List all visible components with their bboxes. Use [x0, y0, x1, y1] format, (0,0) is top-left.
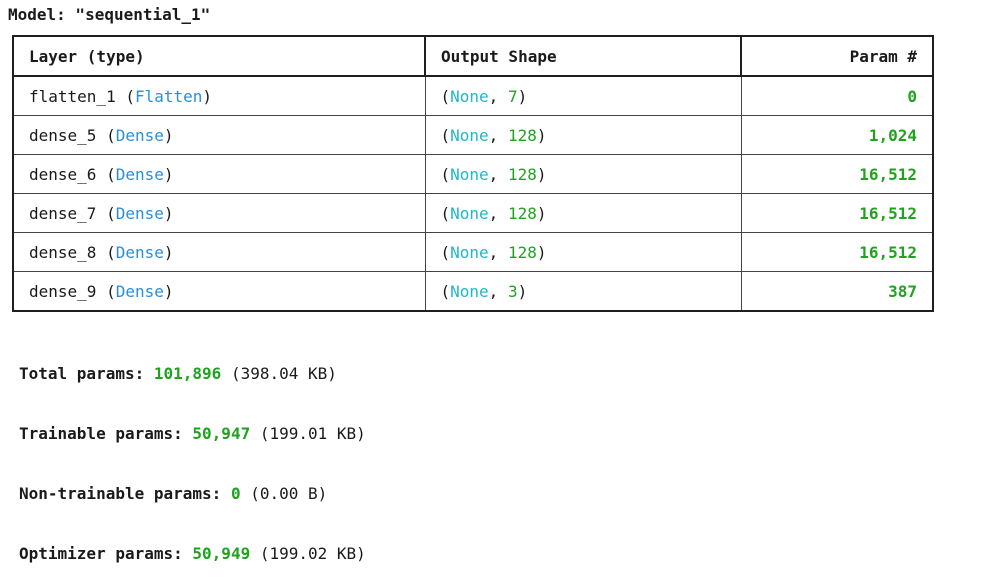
model-title: Model: "sequential_1" — [8, 5, 211, 24]
total-params-value: 101,896 — [153, 364, 222, 383]
output-shape-cell: (None, 128) — [424, 193, 742, 233]
param-count-cell: 1,024 — [740, 115, 934, 155]
output-shape-cell: (None, 128) — [424, 154, 742, 194]
layer-cell: dense_9 (Dense) — [12, 271, 426, 312]
table-row: dense_6 (Dense) (None, 128) 16,512 — [12, 154, 934, 194]
param-count-cell: 16,512 — [740, 193, 934, 233]
layer-cell: dense_5 (Dense) — [12, 115, 426, 155]
trainable-params-line: Trainable params: 50,947 (199.01 KB) — [19, 424, 366, 444]
layer-name: dense_8 — [29, 242, 97, 262]
shape-none: None — [450, 164, 489, 184]
layer-class: Dense — [115, 125, 164, 145]
shape-dim: 3 — [507, 281, 518, 301]
layer-cell: dense_6 (Dense) — [12, 154, 426, 194]
header-layer-type: Layer (type) — [12, 35, 426, 77]
trainable-params-label: Trainable params: — [19, 424, 183, 443]
layer-name: dense_9 — [29, 281, 97, 301]
layer-class: Flatten — [134, 86, 203, 106]
shape-dim: 128 — [507, 203, 537, 223]
total-params-label: Total params: — [19, 364, 145, 383]
layer-name: dense_5 — [29, 125, 97, 145]
shape-none: None — [450, 242, 489, 262]
table-row: dense_7 (Dense) (None, 128) 16,512 — [12, 193, 934, 233]
layer-name: flatten_1 — [29, 86, 116, 106]
output-shape-cell: (None, 128) — [424, 232, 742, 272]
total-params-line: Total params: 101,896 (398.04 KB) — [19, 364, 366, 384]
param-count-cell: 0 — [740, 75, 934, 116]
shape-dim: 128 — [507, 125, 537, 145]
optimizer-params-label: Optimizer params: — [19, 544, 183, 563]
header-output-shape: Output Shape — [424, 35, 742, 77]
layer-cell: dense_7 (Dense) — [12, 193, 426, 233]
table-row: dense_8 (Dense) (None, 128) 16,512 — [12, 232, 934, 272]
non-trainable-params-value: 0 — [230, 484, 241, 503]
table-row: dense_9 (Dense) (None, 3) 387 — [12, 271, 934, 312]
table-row: flatten_1 (Flatten) (None, 7) 0 — [12, 75, 934, 116]
output-shape-cell: (None, 7) — [424, 75, 742, 116]
layer-cell: dense_8 (Dense) — [12, 232, 426, 272]
header-param-count: Param # — [740, 35, 934, 77]
total-params-size: (398.04 KB) — [230, 364, 337, 383]
output-shape-cell: (None, 128) — [424, 115, 742, 155]
param-count-cell: 387 — [740, 271, 934, 312]
non-trainable-params-line: Non-trainable params: 0 (0.00 B) — [19, 484, 366, 504]
shape-none: None — [450, 281, 489, 301]
layer-cell: flatten_1 (Flatten) — [12, 75, 426, 116]
model-summary-table: Layer (type) Output Shape Param # flatte… — [12, 35, 934, 312]
optimizer-params-size: (199.02 KB) — [259, 544, 366, 563]
param-count-cell: 16,512 — [740, 232, 934, 272]
output-shape-cell: (None, 3) — [424, 271, 742, 312]
table-row: dense_5 (Dense) (None, 128) 1,024 — [12, 115, 934, 155]
shape-dim: 128 — [507, 242, 537, 262]
layer-class: Dense — [115, 203, 164, 223]
shape-dim: 128 — [507, 164, 537, 184]
shape-none: None — [450, 125, 489, 145]
layer-name: dense_7 — [29, 203, 97, 223]
optimizer-params-value: 50,949 — [192, 544, 251, 563]
layer-class: Dense — [115, 281, 164, 301]
shape-dim: 7 — [507, 86, 518, 106]
shape-none: None — [450, 203, 489, 223]
non-trainable-params-label: Non-trainable params: — [19, 484, 222, 503]
non-trainable-params-size: (0.00 B) — [250, 484, 328, 503]
layer-class: Dense — [115, 164, 164, 184]
params-summary: Total params: 101,896 (398.04 KB) Traina… — [19, 324, 366, 584]
shape-none: None — [450, 86, 489, 106]
optimizer-params-line: Optimizer params: 50,949 (199.02 KB) — [19, 544, 366, 564]
trainable-params-size: (199.01 KB) — [259, 424, 366, 443]
param-count-cell: 16,512 — [740, 154, 934, 194]
table-header-row: Layer (type) Output Shape Param # — [12, 35, 934, 77]
trainable-params-value: 50,947 — [192, 424, 251, 443]
layer-class: Dense — [115, 242, 164, 262]
layer-name: dense_6 — [29, 164, 97, 184]
